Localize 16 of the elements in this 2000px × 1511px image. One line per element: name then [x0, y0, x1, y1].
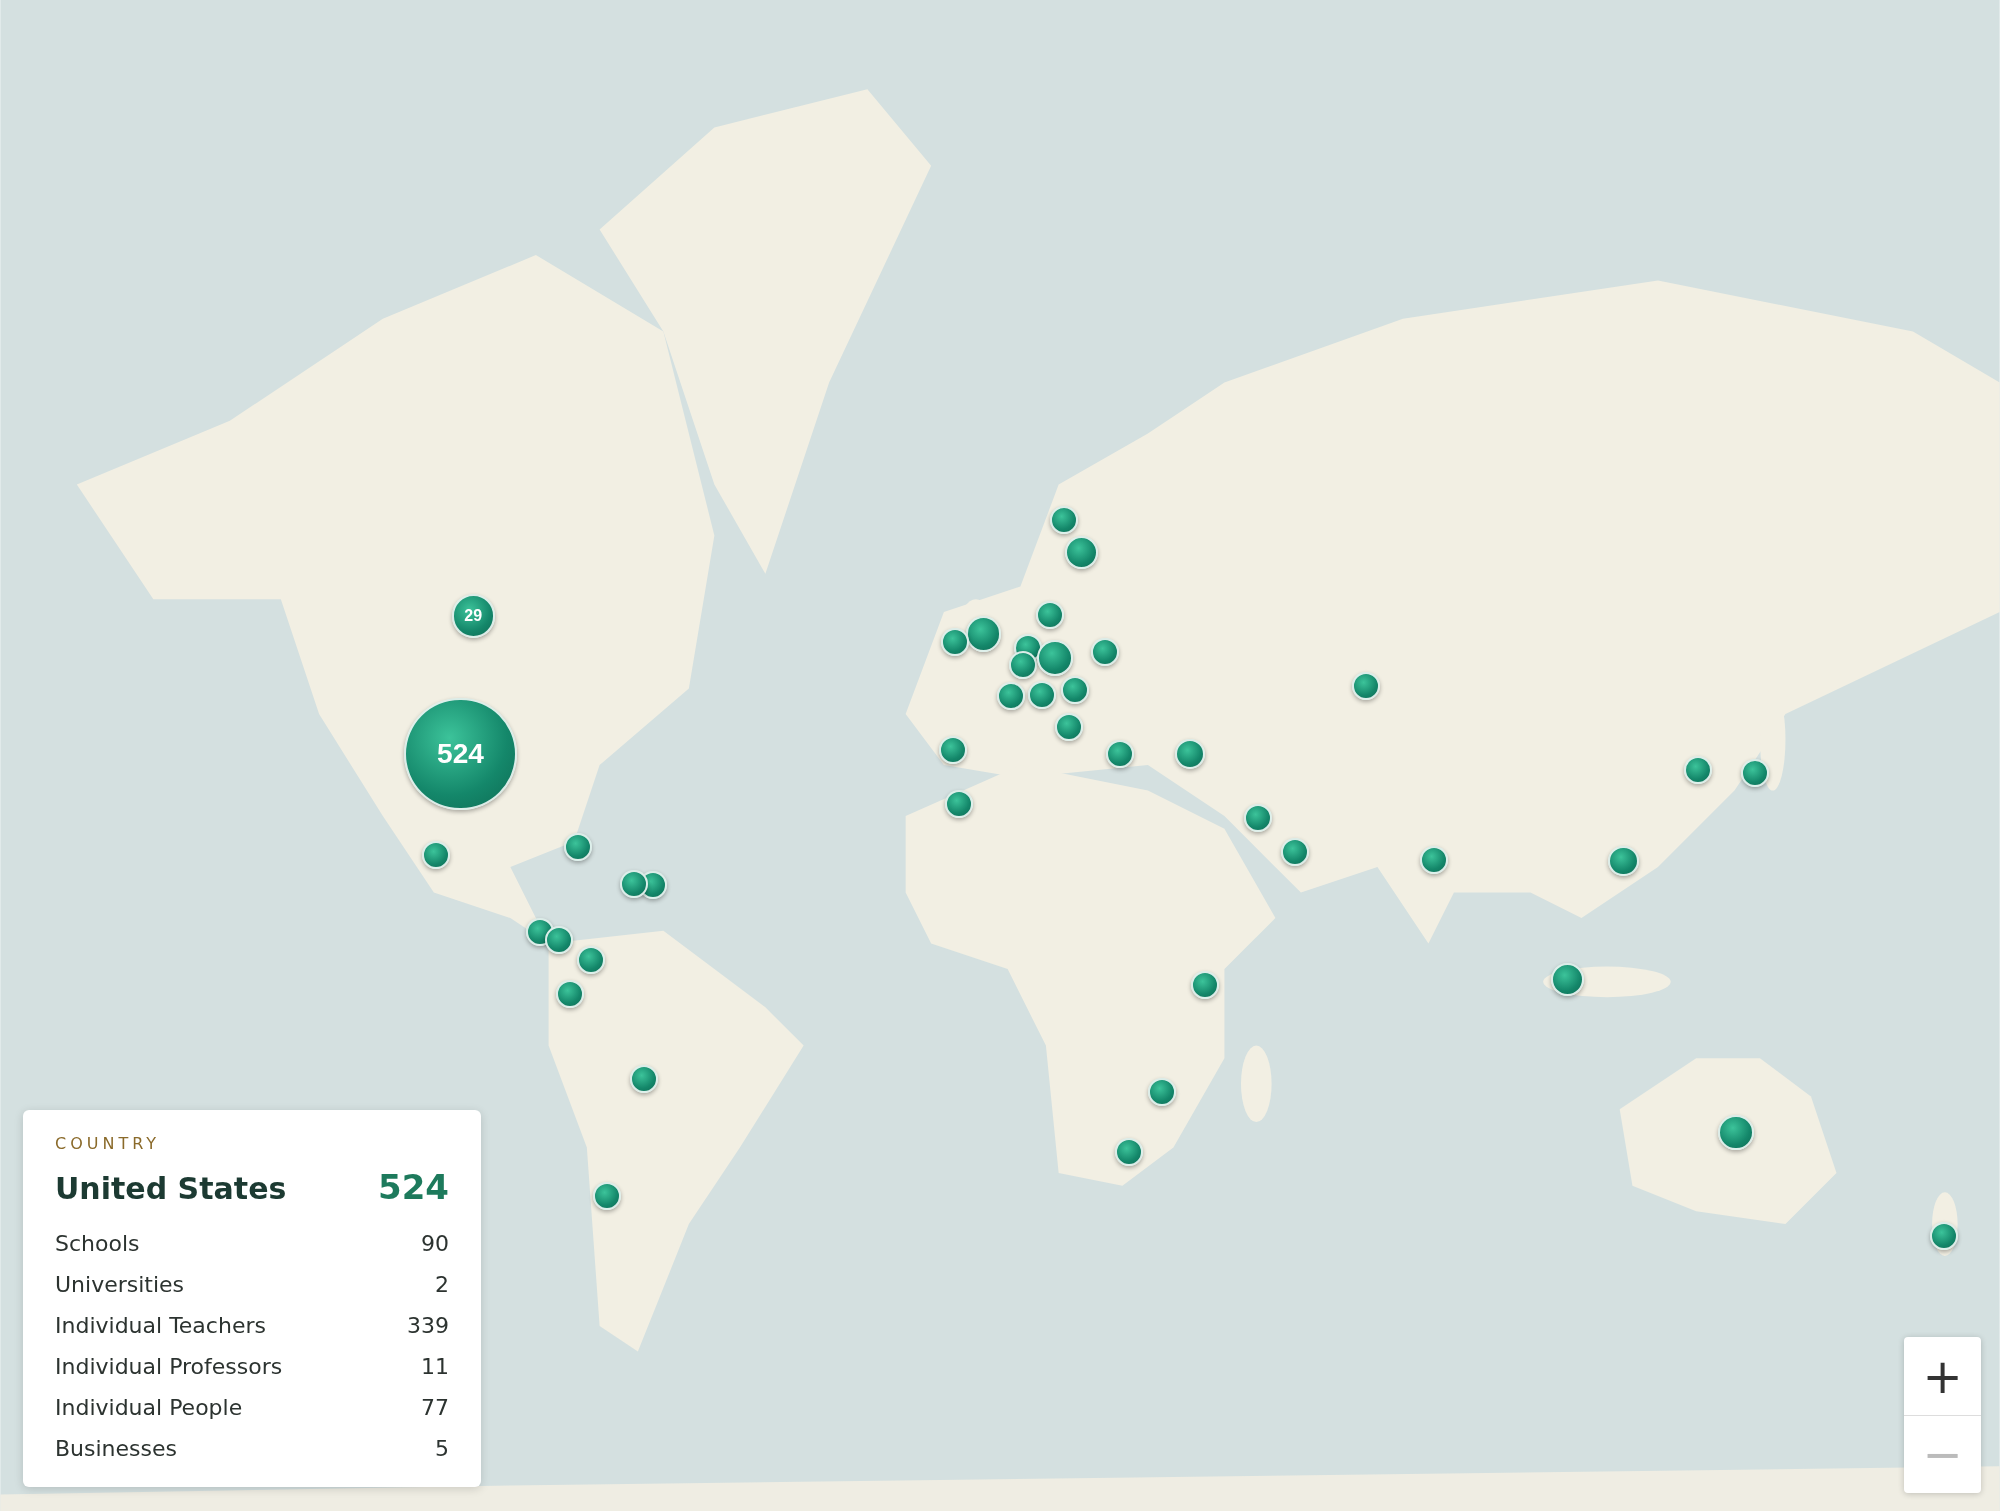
category-count: 5	[435, 1436, 449, 1461]
total-count: 524	[378, 1167, 449, 1207]
card-label: COUNTRY	[55, 1134, 162, 1153]
zoom-in-button[interactable]: +	[1904, 1337, 1981, 1415]
category-name: Schools	[55, 1231, 140, 1256]
category-name: Individual Teachers	[55, 1313, 266, 1338]
category-name: Businesses	[55, 1436, 177, 1461]
category-count: 90	[421, 1231, 449, 1256]
category-name: Universities	[55, 1272, 185, 1297]
category-count: 11	[421, 1354, 449, 1379]
category-name: Individual People	[55, 1395, 243, 1420]
country-name: United States	[55, 1171, 287, 1206]
category-count: 339	[407, 1313, 449, 1338]
category-count: 77	[421, 1395, 449, 1420]
category-name: Individual Professors	[55, 1354, 283, 1379]
category-count: 2	[435, 1272, 449, 1297]
